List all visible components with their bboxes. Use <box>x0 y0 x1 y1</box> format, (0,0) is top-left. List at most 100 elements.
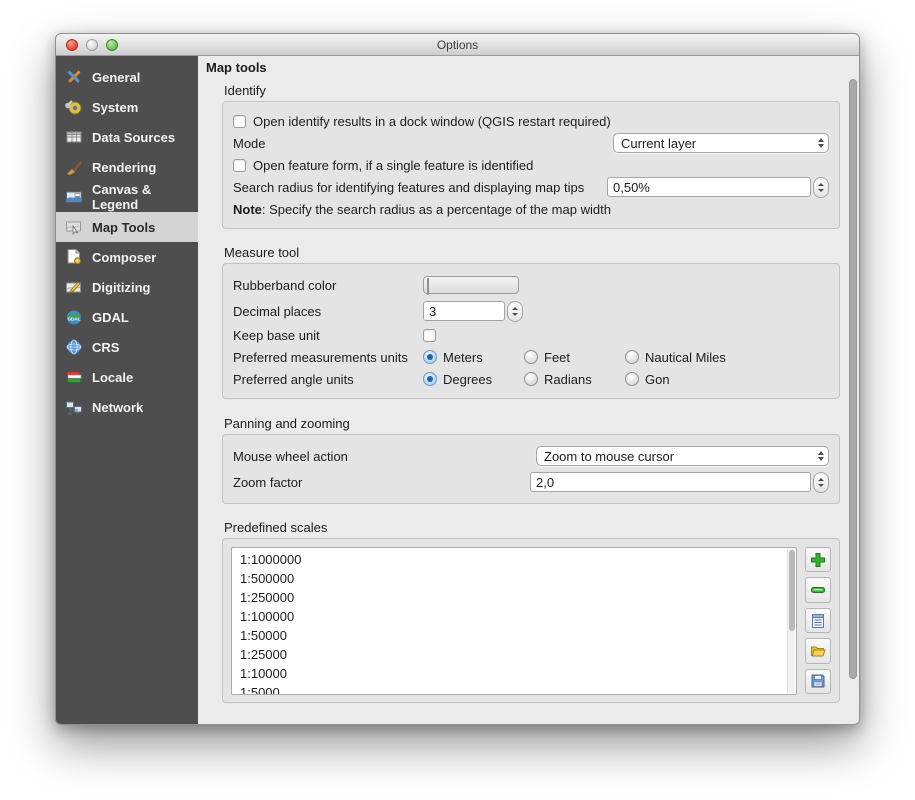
radio-meters[interactable] <box>423 350 437 364</box>
radio-feet-label: Feet <box>544 350 570 365</box>
map-tools-icon <box>64 218 84 236</box>
save-floppy-icon <box>810 673 826 689</box>
plus-icon <box>810 552 826 568</box>
radio-gon-label: Gon <box>645 372 670 387</box>
sidebar-item-gdal[interactable]: GDAL GDAL <box>56 302 198 332</box>
identify-section-label: Identify <box>224 83 860 98</box>
panning-section-label: Panning and zooming <box>224 416 860 431</box>
digitizing-pencil-icon <box>64 278 84 296</box>
note-bold: Note <box>233 202 262 217</box>
sidebar-item-data-sources[interactable]: Data Sources <box>56 122 198 152</box>
list-table-icon <box>810 613 826 629</box>
zoom-factor-spinner[interactable] <box>813 472 829 493</box>
sidebar-item-network[interactable]: Network <box>56 392 198 422</box>
note-text: : Specify the search radius as a percent… <box>262 202 611 217</box>
sidebar-item-rendering[interactable]: Rendering <box>56 152 198 182</box>
measure-groupbox: Rubberband color Decimal places Keep bas… <box>222 263 840 399</box>
sidebar-item-locale[interactable]: Locale <box>56 362 198 392</box>
keep-base-unit-checkbox[interactable] <box>423 329 436 342</box>
mouse-wheel-label: Mouse wheel action <box>233 449 348 464</box>
predefined-scales-list[interactable]: 1:1000000 1:500000 1:250000 1:100000 1:5… <box>231 547 797 695</box>
crs-globe-icon <box>64 338 84 356</box>
radio-meters-label: Meters <box>443 350 483 365</box>
sidebar-item-system[interactable]: System <box>56 92 198 122</box>
mouse-wheel-value: Zoom to mouse cursor <box>544 449 812 464</box>
zoom-factor-input[interactable] <box>530 472 811 492</box>
map-tools-panel: Map tools Identify Open identify results… <box>198 56 860 724</box>
scale-item[interactable]: 1:500000 <box>240 569 796 588</box>
dock-window-checkbox[interactable] <box>233 115 246 128</box>
radio-radians-label: Radians <box>544 372 592 387</box>
sidebar-item-map-tools[interactable]: Map Tools <box>56 212 198 242</box>
feature-form-label: Open feature form, if a single feature i… <box>253 158 533 173</box>
decimal-places-input[interactable] <box>423 301 505 321</box>
scale-item[interactable]: 1:25000 <box>240 645 796 664</box>
default-scales-button[interactable] <box>805 608 831 633</box>
radio-feet[interactable] <box>524 350 538 364</box>
gear-wrench-icon <box>64 98 84 116</box>
scales-section-label: Predefined scales <box>224 520 860 535</box>
radio-degrees[interactable] <box>423 372 437 386</box>
paintbrush-icon <box>64 158 84 176</box>
folder-open-icon <box>810 643 826 659</box>
list-scrollbar-thumb[interactable] <box>789 550 795 631</box>
sidebar-item-canvas-legend[interactable]: Canvas & Legend <box>56 182 198 212</box>
window-title: Options <box>437 38 478 52</box>
sidebar-item-label: Map Tools <box>92 220 155 235</box>
sidebar-item-general[interactable]: General <box>56 62 198 92</box>
rubberband-color-button[interactable] <box>423 276 519 294</box>
sidebar-item-label: Network <box>92 400 143 415</box>
search-radius-spinner[interactable] <box>813 177 829 198</box>
sidebar-item-label: Digitizing <box>92 280 151 295</box>
scale-item[interactable]: 1:250000 <box>240 588 796 607</box>
sidebar-item-label: GDAL <box>92 310 129 325</box>
decimal-places-spinner[interactable] <box>507 301 523 322</box>
panning-groupbox: Mouse wheel action Zoom to mouse cursor … <box>222 434 840 504</box>
mouse-wheel-select[interactable]: Zoom to mouse cursor <box>536 446 829 466</box>
sidebar-item-digitizing[interactable]: Digitizing <box>56 272 198 302</box>
radio-gon[interactable] <box>625 372 639 386</box>
select-arrows-icon <box>818 451 824 461</box>
panel-scrollbar-thumb[interactable] <box>849 79 857 679</box>
mode-select-value: Current layer <box>621 136 812 151</box>
dock-window-label: Open identify results in a dock window (… <box>253 114 611 129</box>
sidebar-item-label: General <box>92 70 140 85</box>
list-scrollbar[interactable] <box>787 549 795 693</box>
scale-item[interactable]: 1:1000000 <box>240 550 796 569</box>
radio-degrees-label: Degrees <box>443 372 492 387</box>
minimize-button[interactable] <box>86 39 98 51</box>
titlebar: Options <box>56 34 859 56</box>
remove-scale-button[interactable] <box>805 577 831 602</box>
zoom-button[interactable] <box>106 39 118 51</box>
scale-item[interactable]: 1:5000 <box>240 683 796 695</box>
search-radius-label: Search radius for identifying features a… <box>233 180 584 195</box>
map-canvas-icon <box>64 188 84 206</box>
radio-nautical-miles[interactable] <box>625 350 639 364</box>
zoom-factor-label: Zoom factor <box>233 475 302 490</box>
feature-form-checkbox[interactable] <box>233 159 246 172</box>
sidebar-item-label: Locale <box>92 370 133 385</box>
sidebar-item-label: System <box>92 100 138 115</box>
export-scales-button[interactable] <box>805 669 831 694</box>
import-scales-button[interactable] <box>805 638 831 663</box>
minus-icon <box>810 582 826 598</box>
table-icon <box>64 128 84 146</box>
mode-select[interactable]: Current layer <box>613 133 829 153</box>
gdal-globe-icon: GDAL <box>64 308 84 326</box>
sidebar-item-label: CRS <box>92 340 119 355</box>
sidebar-item-composer[interactable]: Composer <box>56 242 198 272</box>
panel-scrollbar[interactable] <box>847 58 858 718</box>
search-radius-input[interactable] <box>607 177 811 197</box>
scale-item[interactable]: 1:10000 <box>240 664 796 683</box>
identify-groupbox: Open identify results in a dock window (… <box>222 101 840 229</box>
network-computers-icon <box>64 398 84 416</box>
close-button[interactable] <box>66 39 78 51</box>
color-swatch <box>427 278 429 295</box>
sidebar-item-crs[interactable]: CRS <box>56 332 198 362</box>
radio-radians[interactable] <box>524 372 538 386</box>
scale-item[interactable]: 1:50000 <box>240 626 796 645</box>
scale-item[interactable]: 1:100000 <box>240 607 796 626</box>
add-scale-button[interactable] <box>805 547 831 572</box>
options-window: Options General System Data Source <box>55 33 860 725</box>
sidebar-item-label: Composer <box>92 250 156 265</box>
